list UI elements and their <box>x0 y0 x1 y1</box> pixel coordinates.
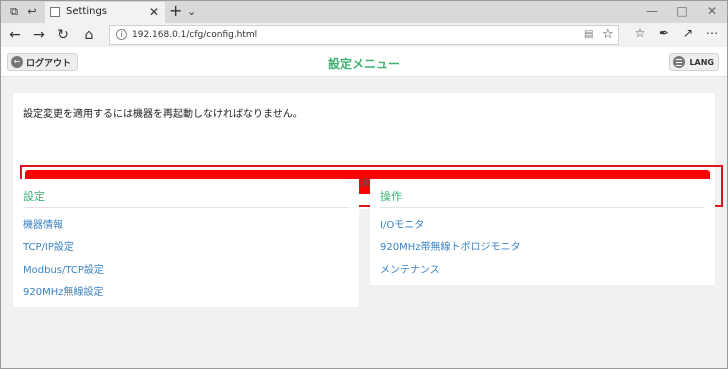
more-icon[interactable]: ⋯ <box>703 26 721 40</box>
menu-icon <box>673 56 686 68</box>
operations-heading: 操作 <box>380 190 402 203</box>
url-text[interactable]: 192.168.0.1/cfg/config.html <box>132 30 257 40</box>
browser-window: ⧉ ↩ Settings ✕ + ⌄ — □ ✕ ← → ↻ ⌂ i 192.1… <box>0 0 728 369</box>
lang-label: LANG <box>689 57 714 67</box>
refresh-icon[interactable]: ↻ <box>53 25 73 45</box>
tab-manager-icon[interactable]: ⧉ <box>7 5 21 19</box>
back-arrow-icon[interactable]: ← <box>5 25 25 45</box>
maximize-icon[interactable]: □ <box>667 4 697 18</box>
share-icon[interactable]: ↗ <box>679 26 697 40</box>
tcpip-settings-link[interactable]: TCP/IP設定 <box>23 238 74 253</box>
minimize-icon[interactable]: — <box>637 4 667 18</box>
home-icon[interactable]: ⌂ <box>79 25 99 45</box>
reading-view-icon[interactable]: ▤ <box>584 29 593 40</box>
page-content: ← ログアウト 設定メニュー LANG 設定変更を適用するには機器を再起動しなけ… <box>1 47 727 368</box>
navigation-bar: ← → ↻ ⌂ i 192.168.0.1/cfg/config.html ▤ … <box>1 23 727 47</box>
settings-panel: 設定 機器情報 TCP/IP設定 Modbus/TCP設定 920MHz無線設定 <box>13 179 359 307</box>
tab-strip: ⧉ ↩ Settings ✕ + ⌄ — □ ✕ <box>1 1 727 23</box>
chevron-down-icon[interactable]: ⌄ <box>187 5 196 18</box>
device-info-link[interactable]: 機器情報 <box>23 216 63 231</box>
restart-notice-message: 設定変更を適用するには機器を再起動しなければなりません。 <box>23 109 303 120</box>
page-header: ← ログアウト 設定メニュー LANG <box>1 47 727 77</box>
close-tab-icon[interactable]: ✕ <box>149 5 159 19</box>
modbus-tcp-settings-link[interactable]: Modbus/TCP設定 <box>23 261 104 276</box>
topology-monitor-link[interactable]: 920MHz帯無線トポロジモニタ <box>380 238 520 253</box>
pen-icon[interactable]: ✒ <box>655 26 673 40</box>
page-favicon-icon <box>50 7 60 17</box>
info-icon[interactable]: i <box>116 29 127 40</box>
divider <box>380 207 705 208</box>
favorites-icon[interactable]: ☆ <box>631 26 649 40</box>
divider <box>23 207 349 208</box>
io-monitor-link[interactable]: I/Oモニタ <box>380 216 424 231</box>
page-title: 設定メニュー <box>327 57 400 71</box>
browser-tab[interactable]: Settings ✕ <box>45 2 165 23</box>
address-bar[interactable]: i 192.168.0.1/cfg/config.html ▤ ☆ <box>109 25 619 45</box>
lang-button[interactable]: LANG <box>669 53 719 71</box>
maintenance-link[interactable]: メンテナンス <box>380 261 440 276</box>
new-tab-icon[interactable]: + <box>169 2 182 20</box>
forward-arrow-icon[interactable]: → <box>29 25 49 45</box>
operations-panel: 操作 I/Oモニタ 920MHz帯無線トポロジモニタ メンテナンス <box>370 179 715 285</box>
set-aside-tabs-icon[interactable]: ↩ <box>25 5 39 19</box>
close-window-icon[interactable]: ✕ <box>697 4 727 18</box>
star-icon[interactable]: ☆ <box>602 27 614 42</box>
tab-title: Settings <box>66 6 108 17</box>
wireless-settings-link[interactable]: 920MHz無線設定 <box>23 283 103 298</box>
settings-heading: 設定 <box>23 190 45 203</box>
